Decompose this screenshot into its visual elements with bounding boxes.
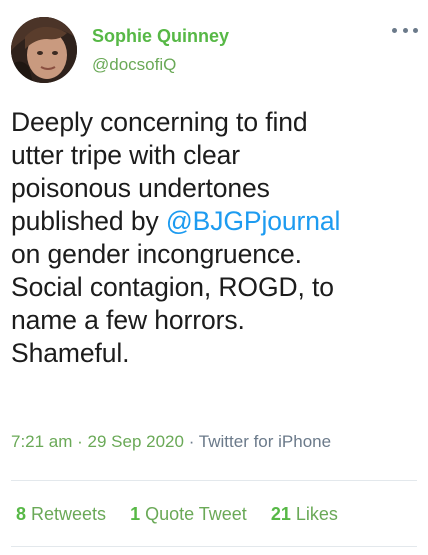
tweet-line: Social contagion, ROGD, to <box>11 272 334 302</box>
tweet-line: poisonous undertones <box>11 173 270 203</box>
tweet-line: utter tripe with clear <box>11 140 241 170</box>
display-name[interactable]: Sophie Quinney <box>92 26 229 47</box>
retweets-stat[interactable]: 8 Retweets <box>16 504 106 525</box>
tweet-line: on gender incongruence. <box>11 239 302 269</box>
source-link[interactable]: Twitter for iPhone <box>199 432 331 451</box>
tweet-line: published by @BJGPjournal <box>11 205 416 238</box>
dot <box>392 27 397 33</box>
tweet-meta: 7:21 am · 29 Sep 2020 · Twitter for iPho… <box>11 432 331 452</box>
user-handle[interactable]: @docsofiQ <box>92 55 176 75</box>
engagement-stats: 8 Retweets 1 Quote Tweet 21 Likes <box>16 504 362 525</box>
tweet-line: name a few horrors. <box>11 305 245 335</box>
divider <box>11 480 417 481</box>
retweets-label: Retweets <box>31 504 107 524</box>
likes-count: 21 <box>270 504 291 524</box>
tweet-line-prefix: published by <box>11 206 166 236</box>
quotes-label: Quote Tweet <box>145 504 247 524</box>
tweet-line: Shameful. <box>11 338 130 368</box>
meta-separator: · <box>188 432 195 451</box>
profile-photo-icon <box>11 17 77 83</box>
dot <box>413 27 418 33</box>
retweets-count: 8 <box>16 504 27 524</box>
divider <box>11 546 417 547</box>
tweet-text: Deeply concerning to find utter tripe wi… <box>11 106 416 370</box>
likes-label: Likes <box>295 504 338 524</box>
dot <box>402 27 408 33</box>
mention-link[interactable]: @BJGPjournal <box>166 206 341 236</box>
quotes-stat[interactable]: 1 Quote Tweet <box>130 504 247 525</box>
tweet-card: Sophie Quinney @docsofiQ Deeply concerni… <box>0 0 428 555</box>
likes-stat[interactable]: 21 Likes <box>271 504 338 525</box>
tweet-line: Deeply concerning to find <box>11 107 308 137</box>
more-options-icon[interactable] <box>392 22 418 38</box>
avatar[interactable] <box>11 17 77 83</box>
timestamp-link[interactable]: 7:21 am · 29 Sep 2020 <box>11 432 184 451</box>
quotes-count: 1 <box>130 504 141 524</box>
